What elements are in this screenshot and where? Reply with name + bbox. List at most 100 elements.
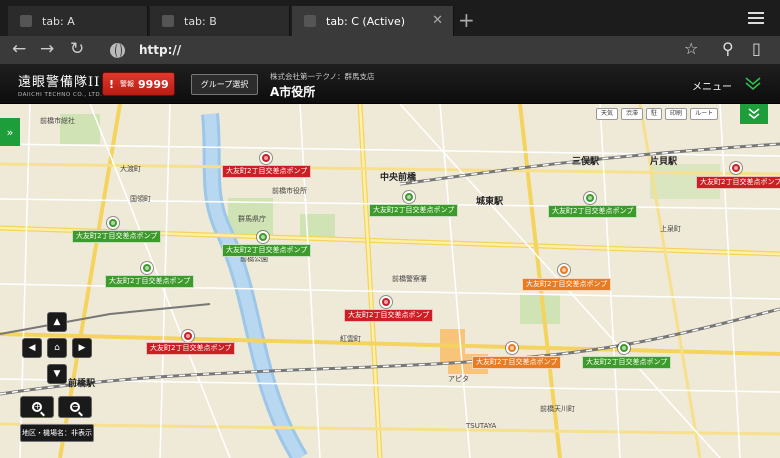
pump-label[interactable]: 大友町2丁目交差点ポンプ bbox=[548, 205, 638, 218]
station-label: 片貝駅 bbox=[650, 157, 678, 167]
logo-title: 遠眼警備隊II bbox=[18, 75, 101, 90]
alarm-count: 9999 bbox=[138, 77, 169, 91]
arrow-up-icon: ▲ bbox=[53, 317, 61, 327]
pump-marker-green[interactable] bbox=[584, 192, 596, 204]
pump-marker-orange[interactable] bbox=[558, 264, 570, 276]
pump-label[interactable]: 大友町2丁目交差点ポンプ bbox=[146, 342, 236, 355]
station-label: 城東駅 bbox=[476, 197, 504, 207]
menu-button[interactable]: メニュー bbox=[692, 78, 732, 93]
forward-icon[interactable]: → bbox=[40, 39, 54, 59]
browser-menu-icon[interactable] bbox=[748, 12, 764, 27]
pan-down-button[interactable]: ▼ bbox=[47, 364, 67, 384]
zoom-out-button[interactable]: − bbox=[58, 396, 92, 418]
station-label: 前橋駅 bbox=[68, 379, 96, 389]
place-label: 上泉町 bbox=[660, 225, 681, 233]
place-label: 前橋天川町 bbox=[540, 405, 575, 413]
route-button[interactable]: ルート bbox=[690, 108, 719, 120]
toggle-names-button[interactable]: 地区・機場名：非表示 bbox=[20, 424, 94, 442]
collapse-panel-button[interactable] bbox=[740, 104, 768, 124]
station-label: 三俣駅 bbox=[572, 157, 600, 167]
pump-marker-red[interactable] bbox=[260, 152, 272, 164]
place-label: 紅雲町 bbox=[340, 335, 361, 343]
pump-label[interactable]: 大友町2丁目交差点ポンプ bbox=[582, 356, 672, 369]
pump-label[interactable]: 大友町2丁目交差点ポンプ bbox=[369, 204, 459, 217]
group-select-button[interactable]: グループ選択 bbox=[191, 74, 258, 95]
weather-button[interactable]: 天気 bbox=[596, 108, 619, 120]
pump-label[interactable]: 大友町2丁目交差点ポンプ bbox=[72, 230, 162, 243]
zoom-in-icon: + bbox=[32, 402, 42, 412]
alarm-button[interactable]: ! 警報 9999 bbox=[102, 72, 175, 96]
place-label: 前橋警察署 bbox=[392, 275, 427, 283]
place-label: アピタ bbox=[448, 375, 469, 383]
close-tab-icon[interactable]: ✕ bbox=[432, 13, 443, 28]
home-icon: ⌂ bbox=[54, 343, 60, 353]
arrow-left-icon: ◀ bbox=[28, 343, 36, 353]
pump-marker-red[interactable] bbox=[380, 296, 392, 308]
traffic-button[interactable]: 渋滞 bbox=[621, 108, 644, 120]
place-label: TSUTAYA bbox=[466, 422, 497, 430]
pump-label[interactable]: 大友町2丁目交差点ポンプ bbox=[222, 244, 312, 257]
pump-marker-orange[interactable] bbox=[506, 342, 518, 354]
place-label: 前橋市総社 bbox=[40, 117, 75, 125]
place-label: 国領町 bbox=[130, 195, 151, 203]
app-logo: 遠眼警備隊II DAIICHI TECHNO CO., LTD. bbox=[18, 71, 102, 98]
favicon-icon bbox=[20, 15, 32, 27]
back-icon[interactable]: ← bbox=[12, 39, 26, 59]
search-icon[interactable]: ⚲ bbox=[722, 40, 734, 58]
parking-button[interactable]: 駐 bbox=[646, 108, 663, 120]
tab-label: tab: B bbox=[184, 14, 217, 28]
place-label: 前橋市役所 bbox=[272, 187, 307, 195]
pan-up-button[interactable]: ▲ bbox=[47, 312, 67, 332]
tab-c[interactable]: tab: C (Active) ✕ bbox=[292, 6, 454, 36]
pump-label[interactable]: 大友町2丁目交差点ポンプ bbox=[522, 278, 612, 291]
globe-icon bbox=[110, 42, 125, 58]
url-field[interactable]: http:// bbox=[104, 39, 674, 61]
pump-label[interactable]: 大友町2丁目交差点ポンプ bbox=[344, 309, 434, 322]
tab-b[interactable]: tab: B bbox=[150, 6, 290, 36]
tab-label: tab: A bbox=[42, 14, 75, 28]
pump-label[interactable]: 大友町2丁目交差点ポンプ bbox=[472, 356, 562, 369]
map-toolbar: 天気 渋滞 駐 印刷 ルート bbox=[596, 108, 719, 120]
favicon-icon bbox=[304, 15, 316, 27]
zoom-out-icon: − bbox=[70, 402, 80, 412]
zoom-in-button[interactable]: + bbox=[20, 396, 54, 418]
bookmark-star-icon[interactable]: ☆ bbox=[684, 40, 698, 58]
pan-left-button[interactable]: ◀ bbox=[22, 338, 42, 358]
chevron-down-icon[interactable] bbox=[744, 76, 762, 92]
favicon-icon bbox=[162, 15, 174, 27]
pump-label[interactable]: 大友町2丁目交差点ポンプ bbox=[696, 176, 780, 189]
expand-side-panel-button[interactable]: » bbox=[0, 118, 20, 146]
alarm-icon: ! bbox=[109, 77, 115, 91]
pump-marker-green[interactable] bbox=[107, 217, 119, 229]
tab-a[interactable]: tab: A bbox=[8, 6, 148, 36]
pump-label[interactable]: 大友町2丁目交差点ポンプ bbox=[222, 165, 312, 178]
chevron-right-icon: » bbox=[6, 125, 14, 139]
alarm-label: 警報 bbox=[120, 80, 135, 88]
place-label: 大渡町 bbox=[120, 165, 141, 173]
map-view[interactable]: 三俣駅 片貝駅 城東駅 中央前橋 前橋駅 前橋市役所 群馬県庁 前橋公園 アピタ… bbox=[0, 104, 780, 458]
pan-right-button[interactable]: ▶ bbox=[72, 338, 92, 358]
pump-marker-red[interactable] bbox=[730, 162, 742, 174]
reload-icon[interactable]: ↻ bbox=[70, 39, 84, 59]
pump-label[interactable]: 大友町2丁目交差点ポンプ bbox=[105, 275, 195, 288]
pump-marker-red[interactable] bbox=[182, 330, 194, 342]
app-header: 遠眼警備隊II DAIICHI TECHNO CO., LTD. ! 警報 99… bbox=[0, 64, 780, 104]
logo-subtitle: DAIICHI TECHNO CO., LTD. bbox=[18, 92, 103, 98]
tab-label: tab: C (Active) bbox=[326, 14, 406, 28]
print-button[interactable]: 印刷 bbox=[665, 108, 688, 120]
pump-marker-green[interactable] bbox=[403, 191, 415, 203]
bookmarks-icon[interactable]: ▯ bbox=[752, 40, 761, 58]
chevron-down-icon bbox=[748, 108, 760, 119]
place-label: 群馬県庁 bbox=[238, 215, 266, 223]
new-tab-icon[interactable]: + bbox=[458, 10, 475, 30]
office-name: A市役所 bbox=[270, 85, 316, 99]
home-button[interactable]: ⌂ bbox=[47, 338, 67, 358]
pump-marker-green[interactable] bbox=[618, 342, 630, 354]
url-text: http:// bbox=[139, 43, 182, 57]
pump-marker-green[interactable] bbox=[141, 262, 153, 274]
browser-tab-strip: tab: A tab: B tab: C (Active) ✕ + bbox=[0, 0, 780, 36]
arrow-down-icon: ▼ bbox=[53, 369, 61, 379]
station-label: 中央前橋 bbox=[380, 173, 417, 183]
address-bar: ← → ↻ http:// ☆ ⚲ ▯ bbox=[0, 36, 780, 64]
pump-marker-green[interactable] bbox=[257, 231, 269, 243]
